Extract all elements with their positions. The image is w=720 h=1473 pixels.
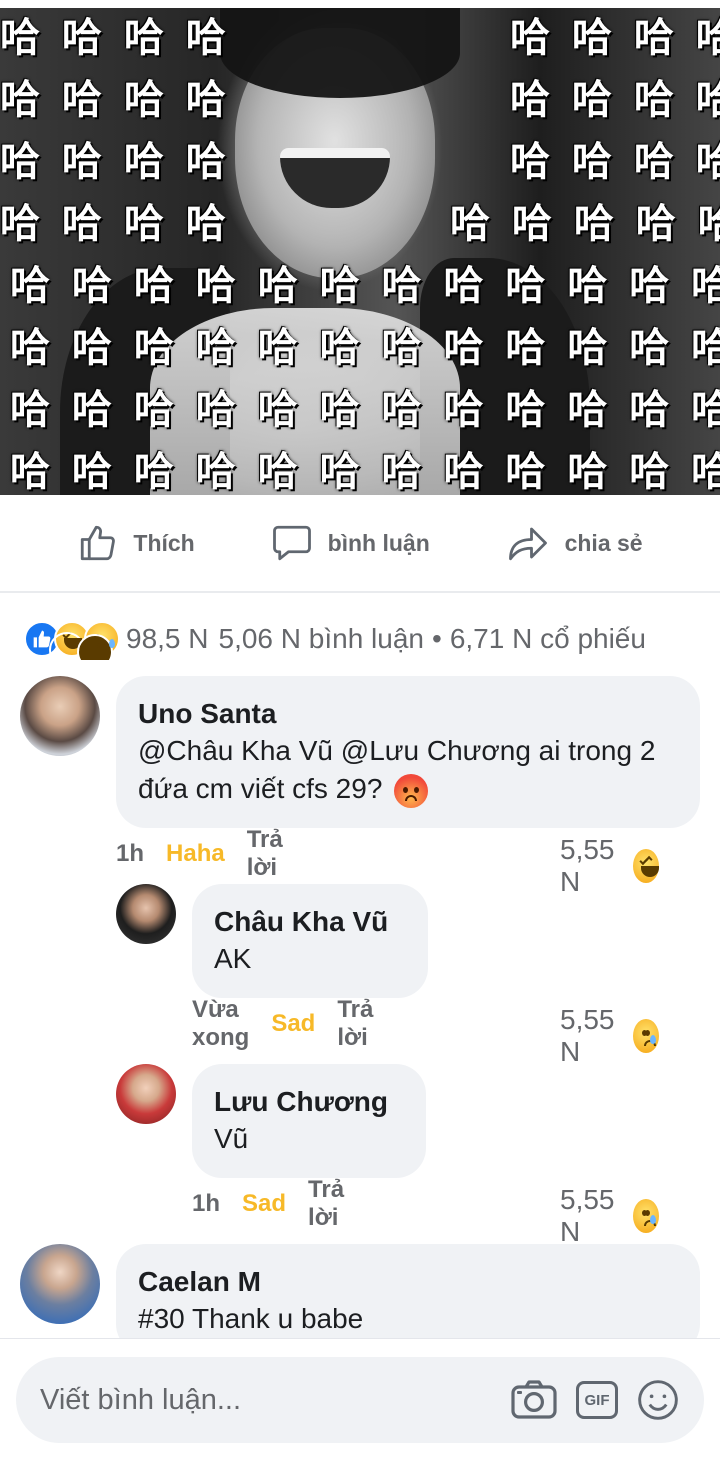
avatar[interactable] bbox=[20, 676, 100, 756]
like-button[interactable]: Thích bbox=[77, 522, 195, 564]
share-arrow-icon bbox=[508, 527, 547, 561]
comment-author[interactable]: Lưu Chương bbox=[214, 1084, 404, 1120]
reaction-summary[interactable]: 98,5 N 5,06 N bình luận • 6,71 N cổ phiế… bbox=[24, 618, 720, 660]
camera-icon[interactable] bbox=[510, 1378, 558, 1422]
separator-dot: • bbox=[432, 623, 442, 654]
comment-author[interactable]: Uno Santa bbox=[138, 696, 678, 732]
reply-button[interactable]: Trả lời bbox=[308, 1176, 344, 1232]
comment-bubble[interactable]: Uno Santa @Châu Kha Vũ @Lưu Chương ai tr… bbox=[116, 676, 700, 828]
comment-author[interactable]: Châu Kha Vũ bbox=[214, 904, 406, 940]
comment-time: Vừa xong bbox=[192, 996, 250, 1051]
comment-meta: 1h Haha Trả lời bbox=[116, 826, 283, 881]
thumbs-up-icon bbox=[81, 525, 116, 561]
smiley-icon[interactable] bbox=[636, 1378, 680, 1422]
reaction-button[interactable]: Haha bbox=[166, 840, 225, 868]
comment-author[interactable]: Caelan M bbox=[138, 1264, 678, 1300]
comment-input[interactable]: Viết bình luận... GIF bbox=[16, 1357, 704, 1443]
reaction-count-value: 5,55 N bbox=[560, 1184, 615, 1247]
post-image[interactable]: 哈 哈 哈 哈哈 哈 哈 哈哈 哈 哈 哈哈 哈 哈 哈哈 哈 哈 哈哈 哈 哈… bbox=[0, 8, 720, 495]
comment-reaction-count[interactable]: 5,55 N bbox=[560, 1184, 659, 1248]
comment-meta: Vừa xong Sad Trả lời bbox=[192, 996, 373, 1051]
speech-bubble-icon bbox=[272, 525, 311, 561]
reply-button[interactable]: Trả lời bbox=[337, 996, 373, 1052]
comment-text: @Châu Kha Vũ @Lưu Chương ai trong 2 đứa … bbox=[138, 732, 678, 808]
sad-icon bbox=[632, 1199, 659, 1233]
share-button[interactable]: chia sẻ bbox=[505, 522, 643, 564]
haha-icon bbox=[632, 849, 659, 883]
comment-reaction-count[interactable]: 5,55 N bbox=[560, 834, 659, 898]
reaction-button[interactable]: Sad bbox=[242, 1190, 286, 1218]
angry-icon bbox=[394, 773, 429, 808]
shares-count[interactable]: 6,71 N cổ phiếu bbox=[450, 623, 646, 655]
share-label: chia sẻ bbox=[564, 529, 643, 556]
comment-reaction-count[interactable]: 5,55 N bbox=[560, 1004, 659, 1068]
like-label: Thích bbox=[133, 529, 195, 556]
reply-button[interactable]: Trả lời bbox=[247, 826, 283, 882]
comment-text: #30 Thank u babe bbox=[138, 1303, 364, 1334]
comment-time: 1h bbox=[116, 840, 145, 867]
reaction-icons bbox=[24, 621, 120, 660]
reaction-count-value: 5,55 N bbox=[560, 834, 615, 897]
avatar[interactable] bbox=[116, 884, 176, 944]
composer-icons: GIF bbox=[510, 1378, 680, 1422]
gif-icon[interactable]: GIF bbox=[576, 1381, 618, 1419]
comment-text: Vũ bbox=[214, 1123, 249, 1154]
comment-meta: 1h Sad Trả lời bbox=[192, 1176, 344, 1231]
avatar[interactable] bbox=[20, 1244, 100, 1324]
reactions-count: 98,5 N bbox=[126, 623, 209, 654]
comment-text: AK bbox=[214, 943, 252, 974]
avatar[interactable] bbox=[116, 1064, 176, 1124]
sad-icon bbox=[632, 1019, 659, 1053]
comment-time: 1h bbox=[192, 1190, 221, 1217]
post-action-bar: Thích bình luận chia sẻ bbox=[0, 495, 720, 593]
comment-button[interactable]: bình luận bbox=[270, 522, 430, 564]
reaction-count-value: 5,55 N bbox=[560, 1004, 615, 1067]
image-detail bbox=[220, 8, 460, 98]
sad-reaction-icon bbox=[77, 621, 120, 660]
comment-bubble[interactable]: Châu Kha Vũ AK bbox=[192, 884, 428, 998]
image-detail bbox=[150, 308, 460, 495]
comments-count[interactable]: 5,06 N bình luận bbox=[219, 623, 425, 655]
comment-composer-bar: Viết bình luận... GIF bbox=[0, 1338, 720, 1473]
comment-bubble[interactable]: Lưu Chương Vũ bbox=[192, 1064, 426, 1178]
comment-input-placeholder[interactable]: Viết bình luận... bbox=[40, 1384, 510, 1417]
reaction-button[interactable]: Sad bbox=[271, 1010, 315, 1038]
comment-label: bình luận bbox=[327, 529, 430, 556]
